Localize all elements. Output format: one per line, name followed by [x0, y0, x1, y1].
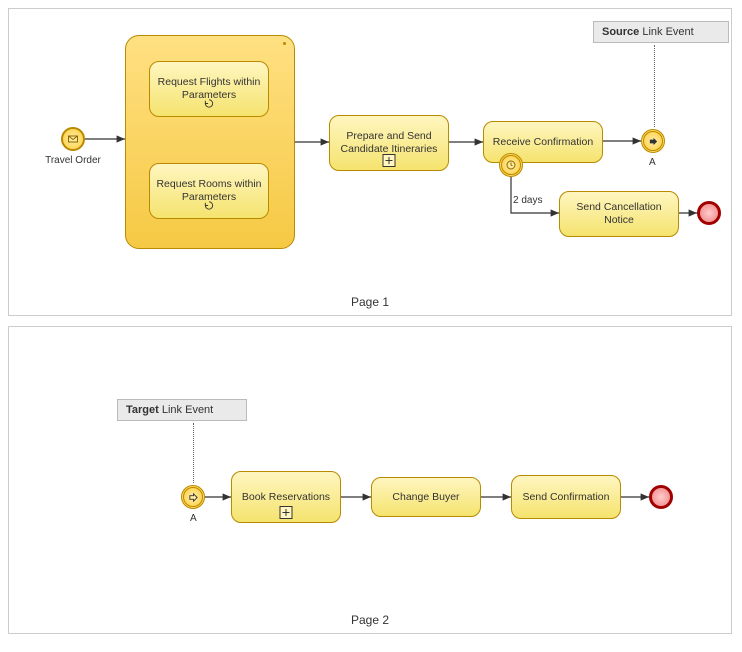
annotation-source-link: Source Link Event: [593, 21, 729, 43]
clock-icon: [505, 159, 517, 171]
task-label: Send Cancellation Notice: [566, 201, 672, 226]
loop-marker-icon: [204, 200, 215, 215]
task-label: Send Confirmation: [523, 491, 610, 504]
collapsed-subprocess-marker-icon: [280, 506, 293, 519]
annotation-connector: [193, 423, 194, 483]
annotation-bold: Source: [602, 26, 639, 38]
task-label: Change Buyer: [392, 491, 459, 504]
envelope-icon: [67, 133, 79, 145]
link-catch-label: A: [190, 513, 197, 524]
page-label: Page 1: [351, 295, 389, 309]
task-label: Book Reservations: [242, 491, 330, 504]
subprocess-marker-icon: [283, 42, 286, 45]
edge-label-2days: 2 days: [513, 195, 542, 206]
annotation-rest: Link Event: [159, 404, 213, 416]
task-change-buyer[interactable]: Change Buyer: [371, 477, 481, 517]
task-label: Receive Confirmation: [493, 136, 593, 149]
task-book-reservations[interactable]: Book Reservations: [231, 471, 341, 523]
task-label: Prepare and Send Candidate Itineraries: [336, 130, 442, 155]
link-throw-label: A: [649, 157, 656, 168]
annotation-rest: Link Event: [639, 26, 693, 38]
annotation-bold: Target: [126, 404, 159, 416]
arrow-right-icon: [188, 492, 199, 503]
page-label: Page 2: [351, 613, 389, 627]
task-prepare-itineraries[interactable]: Prepare and Send Candidate Itineraries: [329, 115, 449, 171]
page-2-canvas: Target Link Event A Book Reservations Ch…: [8, 326, 732, 634]
task-request-flights[interactable]: Request Flights within Parameters: [149, 61, 269, 117]
annotation-target-link: Target Link Event: [117, 399, 247, 421]
loop-marker-icon: [204, 98, 215, 113]
task-send-cancellation[interactable]: Send Cancellation Notice: [559, 191, 679, 237]
end-event[interactable]: [649, 485, 673, 509]
page-1-canvas: Source Link Event Travel Order Request F…: [8, 8, 732, 316]
task-send-confirmation[interactable]: Send Confirmation: [511, 475, 621, 519]
end-event[interactable]: [697, 201, 721, 225]
link-throw-event[interactable]: [641, 129, 665, 153]
start-event-label: Travel Order: [42, 155, 104, 166]
collapsed-subprocess-marker-icon: [383, 154, 396, 167]
start-event-travel-order[interactable]: [61, 127, 85, 151]
annotation-connector: [654, 45, 655, 127]
task-request-rooms[interactable]: Request Rooms within Parameters: [149, 163, 269, 219]
arrow-right-icon: [648, 136, 659, 147]
link-catch-event[interactable]: [181, 485, 205, 509]
timer-boundary-event[interactable]: [499, 153, 523, 177]
page2-flows: [9, 327, 733, 635]
